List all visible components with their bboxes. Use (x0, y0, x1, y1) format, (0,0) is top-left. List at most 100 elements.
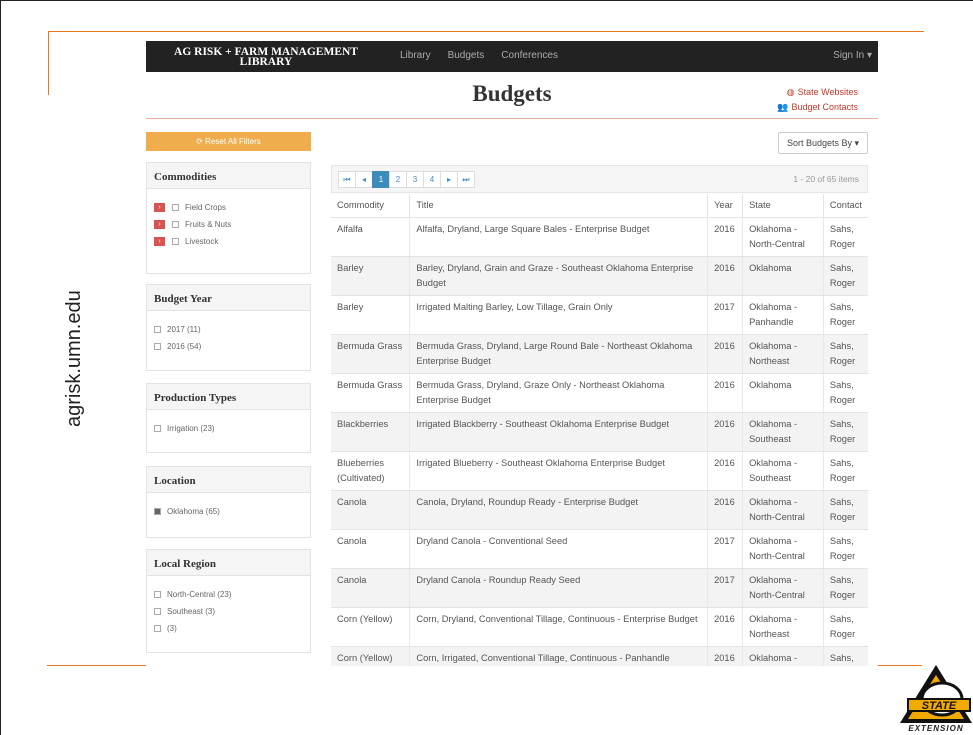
location-title: Location (147, 467, 310, 493)
cell-commodity: Corn (Yellow) (331, 607, 411, 647)
cell-title[interactable]: Bermuda Grass, Dryland, Large Round Bale… (409, 334, 709, 374)
prev-page-icon[interactable]: ◂ (355, 171, 373, 188)
page-2[interactable]: 2 (389, 171, 407, 188)
budget-contacts-label: Budget Contacts (791, 102, 858, 112)
checkbox[interactable] (154, 343, 161, 350)
checkbox[interactable] (154, 591, 161, 598)
table-row[interactable]: Corn (Yellow) Corn, Dryland, Conventional… (331, 607, 868, 647)
checkbox-checked[interactable] (154, 508, 161, 515)
nav-conferences[interactable]: Conferences (501, 50, 558, 61)
cell-title[interactable]: Corn, Dryland, Conventional Tillage, Con… (409, 607, 709, 647)
cell-title[interactable]: Alfalfa, Dryland, Large Square Bales - E… (409, 217, 709, 257)
reset-filters-button[interactable]: ⟳ Reset All Filters (146, 132, 311, 151)
cell-state: Oklahoma - (742, 646, 824, 666)
next-page-icon[interactable]: ▸ (440, 171, 458, 188)
users-icon: 👥 (777, 102, 789, 112)
expand-chevron-icon[interactable]: › (154, 237, 165, 246)
filter-2017[interactable]: 2017 (11) (154, 321, 303, 338)
table-row[interactable]: Barley Barley, Dryland, Grain and Graze -… (331, 256, 868, 296)
page-3[interactable]: 3 (406, 171, 424, 188)
filter-southeast[interactable]: Southeast (3) (154, 603, 303, 620)
cell-commodity: Barley (331, 256, 411, 296)
table-row[interactable]: Bermuda Grass Bermuda Grass, Dryland, Lar… (331, 334, 868, 374)
cell-contact: Sahs, Roger (823, 256, 868, 296)
commodities-title: Commodities (147, 163, 310, 189)
table-row[interactable]: Canola Canola, Dryland, Roundup Ready - E… (331, 490, 868, 530)
table-row[interactable]: Barley Irrigated Malting Barley, Low Till… (331, 295, 868, 335)
cell-title[interactable]: Corn, Irrigated, Conventional Tillage, C… (409, 646, 709, 666)
checkbox[interactable] (154, 425, 161, 432)
column-header-state[interactable]: State (742, 194, 824, 218)
budget-contacts-link[interactable]: 👥 Budget Contacts (777, 100, 858, 115)
filter-north-central[interactable]: North-Central (23) (154, 586, 303, 603)
sign-in-menu[interactable]: Sign In ▾ (833, 50, 872, 61)
filter-oklahoma[interactable]: Oklahoma (65) (154, 503, 303, 520)
cell-contact: Sahs, Roger (823, 295, 868, 335)
cell-year: 2017 (707, 295, 744, 335)
orange-rule-left (48, 31, 49, 95)
checkbox[interactable] (154, 608, 161, 615)
cell-year: 2016 (707, 607, 744, 647)
cell-year: 2016 (707, 490, 744, 530)
table-row[interactable]: Blackberries Irrigated Blackberry - South… (331, 412, 868, 452)
first-page-icon[interactable]: ⏮ (338, 171, 356, 188)
table-row[interactable]: Canola Dryland Canola - Conventional Seed… (331, 529, 868, 569)
checkbox[interactable] (172, 221, 179, 228)
cell-contact: Sahs, Roger (823, 217, 868, 257)
checkbox[interactable] (172, 238, 179, 245)
column-header-year[interactable]: Year (707, 194, 744, 218)
expand-chevron-icon[interactable]: › (154, 203, 165, 212)
filter-livestock[interactable]: › Livestock (154, 233, 303, 250)
site-brand[interactable]: AG RISK + FARM MANAGEMENT LIBRARY (166, 46, 366, 68)
table-row[interactable]: Corn (Yellow) Corn, Irrigated, Convention… (331, 646, 868, 666)
checkbox[interactable] (154, 326, 161, 333)
table-row[interactable]: Blueberries (Cultivated) Irrigated Bluebe… (331, 451, 868, 491)
table-row[interactable]: Canola Dryland Canola - Roundup Ready See… (331, 568, 868, 608)
page-1[interactable]: 1 (372, 171, 390, 188)
cell-title[interactable]: Irrigated Blueberry - Southeast Oklahoma… (409, 451, 709, 491)
cell-state: Oklahoma - Northeast (742, 334, 824, 374)
cell-title[interactable]: Irrigated Blackberry - Southeast Oklahom… (409, 412, 709, 452)
browser-page: AG RISK + FARM MANAGEMENT LIBRARY Librar… (146, 41, 878, 666)
column-header-commodity[interactable]: Commodity (331, 194, 411, 218)
cell-contact: Sahs, Roger (823, 373, 868, 413)
cell-contact: Sahs, Roger (823, 607, 868, 647)
checkbox[interactable] (154, 625, 161, 632)
checkbox[interactable] (172, 204, 179, 211)
cell-title[interactable]: Barley, Dryland, Grain and Graze - South… (409, 256, 709, 296)
column-header-title[interactable]: Title (409, 194, 709, 218)
cell-title[interactable]: Irrigated Malting Barley, Low Tillage, G… (409, 295, 709, 335)
cell-commodity: Blueberries (Cultivated) (331, 451, 411, 491)
column-header-contact[interactable]: Contact (823, 194, 868, 218)
cell-contact: Sahs, Roger (823, 490, 868, 530)
state-websites-link[interactable]: ◍ State Websites (777, 85, 858, 100)
cell-title[interactable]: Bermuda Grass, Dryland, Graze Only - Nor… (409, 373, 709, 413)
cell-state: Oklahoma - North-Central (742, 568, 824, 608)
filter-fruits-nuts[interactable]: › Fruits & Nuts (154, 216, 303, 233)
cell-year: 2016 (707, 217, 744, 257)
filter-label: Oklahoma (65) (167, 507, 220, 516)
expand-chevron-icon[interactable]: › (154, 220, 165, 229)
cell-contact: Sahs, Roger (823, 412, 868, 452)
nav-budgets[interactable]: Budgets (448, 50, 485, 61)
globe-icon: ◍ (786, 87, 795, 97)
nav-library[interactable]: Library (400, 50, 431, 61)
cell-title[interactable]: Canola, Dryland, Roundup Ready - Enterpr… (409, 490, 709, 530)
filter-irrigation[interactable]: Irrigation (23) (154, 420, 303, 437)
state-websites-label: State Websites (797, 87, 858, 97)
filter-unnamed-region[interactable]: (3) (154, 620, 303, 637)
table-row[interactable]: Bermuda Grass Bermuda Grass, Dryland, Gra… (331, 373, 868, 413)
cell-state: Oklahoma - Northeast (742, 607, 824, 647)
cell-title[interactable]: Dryland Canola - Roundup Ready Seed (409, 568, 709, 608)
filter-field-crops[interactable]: › Field Crops (154, 199, 303, 216)
sort-budgets-dropdown[interactable]: Sort Budgets By ▾ (778, 132, 868, 154)
reset-filters-label: Reset All Filters (205, 137, 261, 146)
location-panel: Location Oklahoma (65) (146, 466, 311, 538)
last-page-icon[interactable]: ⏭ (457, 171, 475, 188)
cell-title[interactable]: Dryland Canola - Conventional Seed (409, 529, 709, 569)
filter-2016[interactable]: 2016 (54) (154, 338, 303, 355)
table-row[interactable]: Alfalfa Alfalfa, Dryland, Large Square Ba… (331, 217, 868, 257)
cell-contact: Sahs, Roger (823, 568, 868, 608)
cell-year: 2017 (707, 568, 744, 608)
page-4[interactable]: 4 (423, 171, 441, 188)
